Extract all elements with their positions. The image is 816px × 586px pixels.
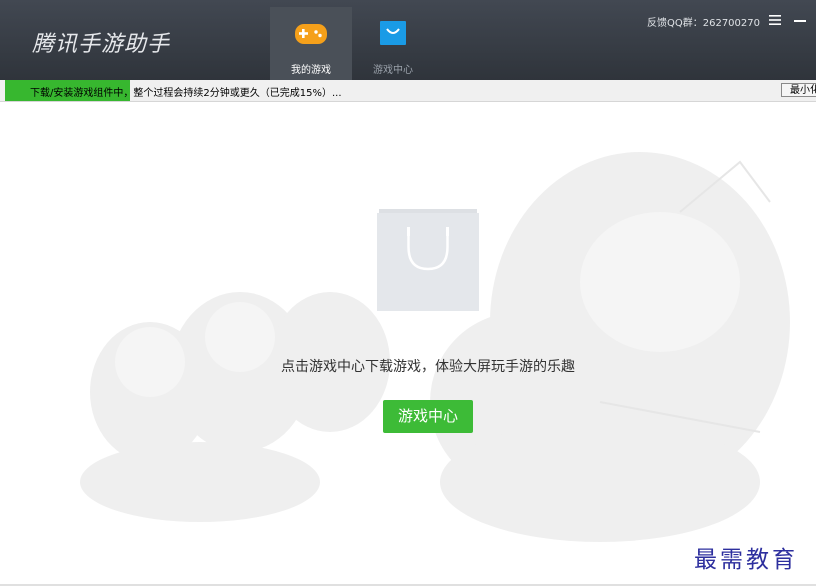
title-bar: 腾讯手游助手 我的游戏 游戏中心 反馈QQ群：262700270 xyxy=(0,0,816,80)
background-characters-illustration xyxy=(80,152,790,542)
tab-my-games[interactable]: 我的游戏 xyxy=(270,7,352,80)
minimize-icon[interactable] xyxy=(793,16,807,26)
empty-bag-icon xyxy=(377,209,479,311)
main-content: 点击游戏中心下载游戏，体验大屏玩手游的乐趣 游戏中心 最需教育 xyxy=(0,102,816,586)
app-window: 腾讯手游助手 我的游戏 游戏中心 反馈QQ群：262700270 下载/安装游戏… xyxy=(0,0,816,586)
shopping-bag-icon xyxy=(380,21,406,45)
minimize-button[interactable]: 最小化 xyxy=(781,83,816,97)
install-progress-bar: 下载/安装游戏组件中，整个过程会持续2分钟或更久（已完成15%）... xyxy=(0,80,816,102)
progress-status-text: 下载/安装游戏组件中，整个过程会持续2分钟或更久（已完成15%）... xyxy=(30,88,342,99)
tab-my-games-label: 我的游戏 xyxy=(291,65,331,76)
tab-game-center[interactable]: 游戏中心 xyxy=(352,7,434,80)
hamburger-menu-icon[interactable] xyxy=(769,15,781,25)
tab-game-center-label: 游戏中心 xyxy=(373,65,413,76)
empty-state-message: 点击游戏中心下载游戏，体验大屏玩手游的乐趣 xyxy=(281,359,575,375)
gamepad-icon xyxy=(295,24,327,44)
game-center-button[interactable]: 游戏中心 xyxy=(383,400,473,433)
app-title: 腾讯手游助手 xyxy=(32,32,171,57)
feedback-qq-group[interactable]: 反馈QQ群：262700270 xyxy=(647,14,760,29)
watermark: 最需教育 xyxy=(694,547,798,573)
